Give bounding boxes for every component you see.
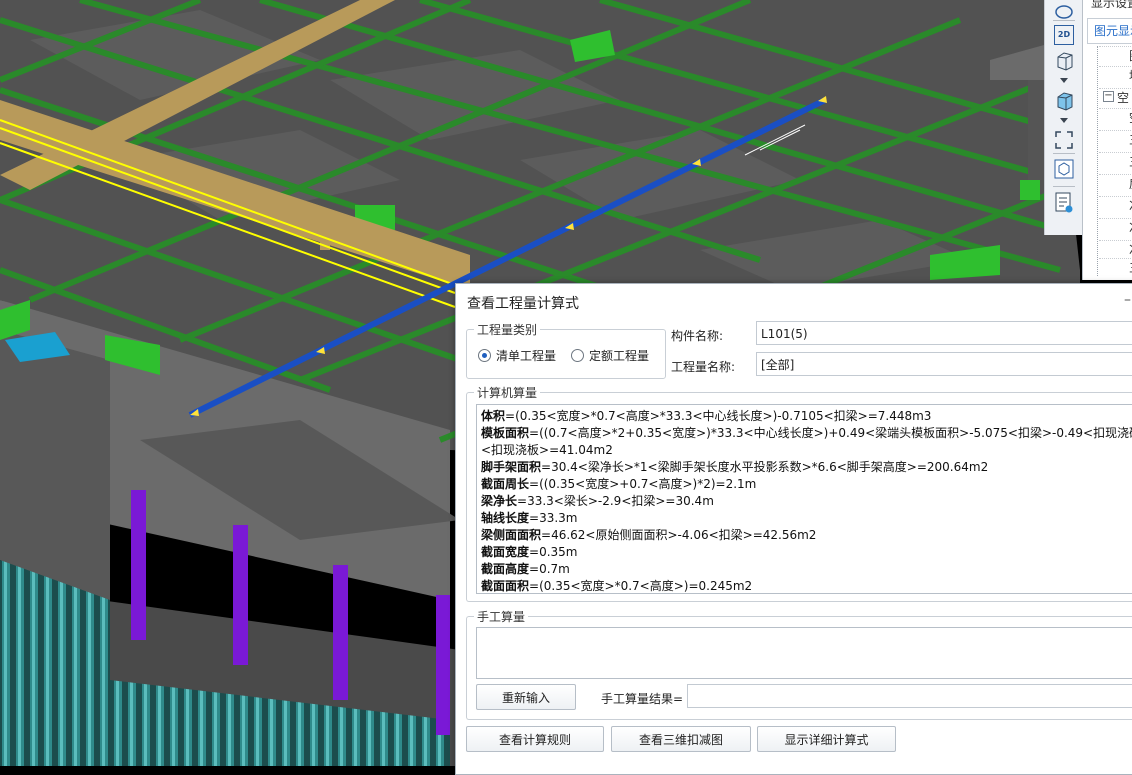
display-settings-panel: 显示设置 图元显示 图 墙 − 空 空 三 三 房 次 次 次 三 — [1082, 0, 1132, 280]
view-calc-rules-button[interactable]: 查看计算规则 — [466, 726, 604, 752]
radio-label: 定额工程量 — [589, 349, 650, 363]
reenter-button[interactable]: 重新输入 — [476, 684, 576, 710]
tree-item[interactable]: 墙 — [1099, 66, 1132, 87]
view-toolstrip: 2D — [1044, 0, 1083, 235]
computer-calc-label: 计算机算量 — [474, 384, 541, 401]
formula-line: 体积=(0.35<宽度>*0.7<高度>*33.3<中心线长度>)-0.7105… — [481, 409, 932, 423]
chevron-down-icon[interactable] — [1060, 78, 1068, 83]
minimize-button[interactable]: – — [1124, 292, 1131, 308]
radio-label: 清单工程量 — [496, 349, 557, 363]
tree-item[interactable]: 图 — [1099, 46, 1132, 67]
3d-cube-icon[interactable] — [1052, 89, 1076, 113]
tree-item[interactable]: 空 — [1099, 88, 1132, 109]
formula-line: <扣现浇板>=41.04m2 — [481, 443, 613, 457]
formula-line: 模板面积=((0.7<高度>*2+0.35<宽度>)*33.3<中心线长度>)+… — [481, 426, 1132, 440]
manual-result-label: 手工算量结果= — [601, 692, 684, 706]
display-settings-title: 显示设置 — [1091, 0, 1132, 10]
tree-item[interactable]: 三 — [1099, 258, 1132, 279]
tree-item[interactable]: 次 — [1099, 218, 1132, 239]
2d-view-icon[interactable]: 2D — [1052, 23, 1076, 47]
dialog-title: 查看工程量计算式 — [467, 296, 579, 312]
radio-bill-quantity[interactable]: 清单工程量 — [478, 347, 556, 364]
tree-item[interactable]: 空 — [1099, 108, 1132, 129]
calc-formula-text[interactable]: 体积=(0.35<宽度>*0.7<高度>*33.3<中心线长度>)-0.7105… — [476, 404, 1132, 594]
3d-box-icon[interactable] — [1052, 49, 1076, 73]
tree-item[interactable]: 房 — [1099, 174, 1132, 195]
view-3d-deduction-button[interactable]: 查看三维扣减图 — [611, 726, 751, 752]
component-name-field[interactable]: L101(5) — [756, 321, 1132, 345]
2d-label: 2D — [1054, 25, 1074, 45]
manual-calc-input[interactable] — [476, 627, 1132, 679]
quantity-name-field[interactable]: [全部] — [756, 352, 1132, 376]
radio-unselected-icon — [571, 349, 584, 362]
calc-rule-icon[interactable] — [1052, 191, 1076, 215]
manual-result-field[interactable] — [687, 684, 1132, 708]
show-detailed-formula-button[interactable]: 显示详细计算式 — [757, 726, 896, 752]
formula-line: 梁净长=33.3<梁长>-2.9<扣梁>=30.4m — [481, 494, 714, 508]
formula-line: 轴线长度=33.3m — [481, 511, 578, 525]
quantity-formula-dialog: 查看工程量计算式 – 工程量类别 清单工程量 定额工程量 构件名称: L101(… — [455, 283, 1132, 775]
component-name-label: 构件名称: — [671, 329, 724, 343]
manual-calc-label: 手工算量 — [474, 608, 529, 625]
tree-item[interactable]: 三 — [1099, 130, 1132, 151]
formula-line: 截面周长=((0.35<宽度>+0.7<高度>)*2)=2.1m — [481, 477, 757, 491]
radio-selected-icon — [478, 349, 491, 362]
formula-line: 梁侧面面积=46.62<原始侧面面积>-4.06<扣梁>=42.56m2 — [481, 528, 817, 542]
formula-line: 脚手架面积=30.4<梁净长>*1<梁脚手架长度水平投影系数>*6.6<脚手架高… — [481, 460, 989, 474]
quantity-type-label: 工程量类别 — [474, 321, 541, 338]
formula-line: 截面宽度=0.35m — [481, 545, 578, 559]
formula-line: 截面面积=(0.35<宽度>*0.7<高度>)=0.245m2 — [481, 579, 753, 593]
quantity-type-group: 工程量类别 清单工程量 定额工程量 — [466, 321, 666, 379]
fit-view-icon[interactable] — [1052, 128, 1076, 152]
tree-item[interactable]: 三 — [1099, 152, 1132, 173]
3d-element-icon[interactable] — [1052, 157, 1076, 181]
formula-line: 截面高度=0.7m — [481, 562, 570, 576]
chevron-down-icon[interactable] — [1060, 118, 1068, 123]
quantity-name-label: 工程量名称: — [671, 360, 736, 374]
tree-item[interactable]: 次 — [1099, 196, 1132, 217]
tab-element-display[interactable]: 图元显示 — [1087, 18, 1132, 44]
radio-quota-quantity[interactable]: 定额工程量 — [571, 347, 649, 364]
